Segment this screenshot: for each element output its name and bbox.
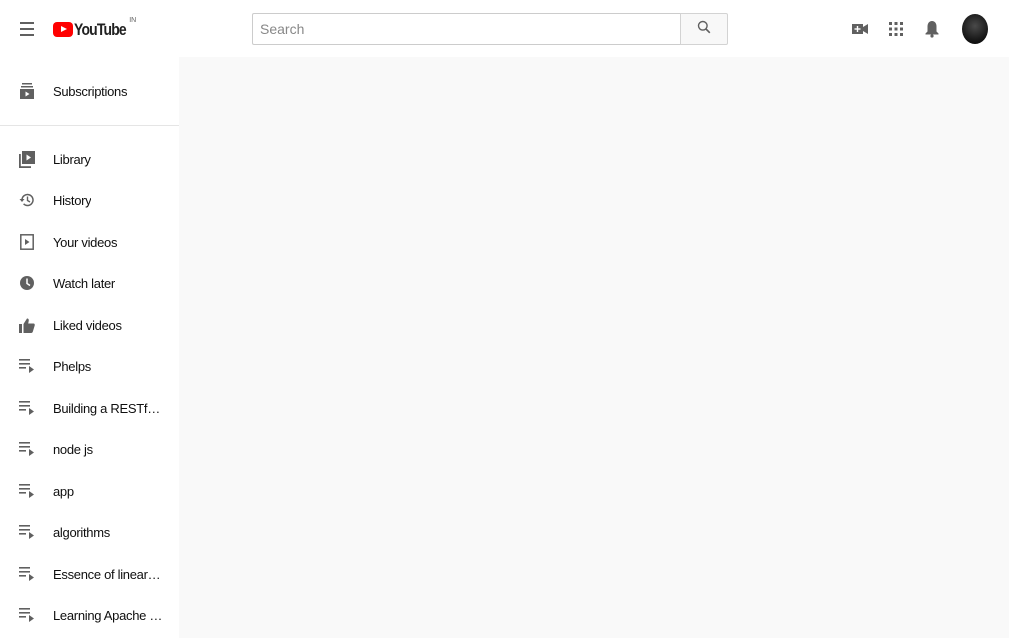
sidebar-item-playlist-algorithms[interactable]: algorithms [0,512,179,552]
sidebar-item-subscriptions[interactable]: Subscriptions [0,71,179,111]
sidebar-item-label: Learning Apache HTT... [53,607,163,623]
sidebar-item-label: Subscriptions [53,83,128,99]
subscriptions-icon [18,82,36,100]
playlist-icon [18,565,36,583]
main-content [179,57,1009,638]
sidebar-divider [0,125,179,126]
apps-grid-icon[interactable] [885,18,907,40]
your-videos-icon [18,233,36,251]
thumbs-up-icon [18,316,36,334]
sidebar-item-label: Phelps [53,358,91,374]
playlist-icon [18,482,36,500]
bell-icon[interactable] [921,18,943,40]
sidebar-item-playlist-restful[interactable]: Building a RESTful A... [0,388,179,428]
clock-icon [18,274,36,292]
sidebar-item-playlist-phelps[interactable]: Phelps [0,346,179,386]
sidebar: Subscriptions Library History Your video… [0,57,179,638]
search-input[interactable] [253,14,681,44]
sidebar-item-watch-later[interactable]: Watch later [0,263,179,303]
hamburger-menu-icon[interactable] [14,16,40,42]
sidebar-item-liked-videos[interactable]: Liked videos [0,305,179,345]
avatar[interactable] [962,14,988,44]
top-header: YouTube IN [0,0,1020,57]
scrollbar[interactable] [1009,57,1020,638]
playlist-icon [18,606,36,624]
country-code: IN [129,17,137,24]
sidebar-item-label: app [53,483,74,499]
search-button[interactable] [680,13,728,45]
video-camera-plus-icon[interactable] [849,18,871,40]
sidebar-item-label: History [53,192,92,208]
sidebar-item-label: Liked videos [53,317,122,333]
playlist-icon [18,399,36,417]
sidebar-item-your-videos[interactable]: Your videos [0,222,179,262]
sidebar-item-playlist-app[interactable]: app [0,471,179,511]
history-icon [18,191,36,209]
youtube-logo[interactable]: YouTube IN [53,17,136,40]
playlist-icon [18,357,36,375]
sidebar-item-library[interactable]: Library [0,139,179,179]
sidebar-item-label: Essence of linear alg... [53,566,163,582]
sidebar-item-label: Library [53,151,91,167]
library-icon [18,150,36,168]
sidebar-item-label: Watch later [53,275,115,291]
playlist-icon [18,440,36,458]
search-box [252,13,681,45]
sidebar-item-playlist-apache[interactable]: Learning Apache HTT... [0,595,179,635]
youtube-play-icon [53,22,73,37]
sidebar-item-history[interactable]: History [0,180,179,220]
logo-text: YouTube [74,20,127,39]
sidebar-item-label: algorithms [53,524,110,540]
sidebar-item-label: node js [53,441,93,457]
sidebar-item-label: Building a RESTful A... [53,400,163,416]
search-icon [697,20,711,39]
playlist-icon [18,523,36,541]
sidebar-item-playlist-linear-algebra[interactable]: Essence of linear alg... [0,554,179,594]
sidebar-item-label: Your videos [53,234,118,250]
sidebar-item-playlist-nodejs[interactable]: node js [0,429,179,469]
